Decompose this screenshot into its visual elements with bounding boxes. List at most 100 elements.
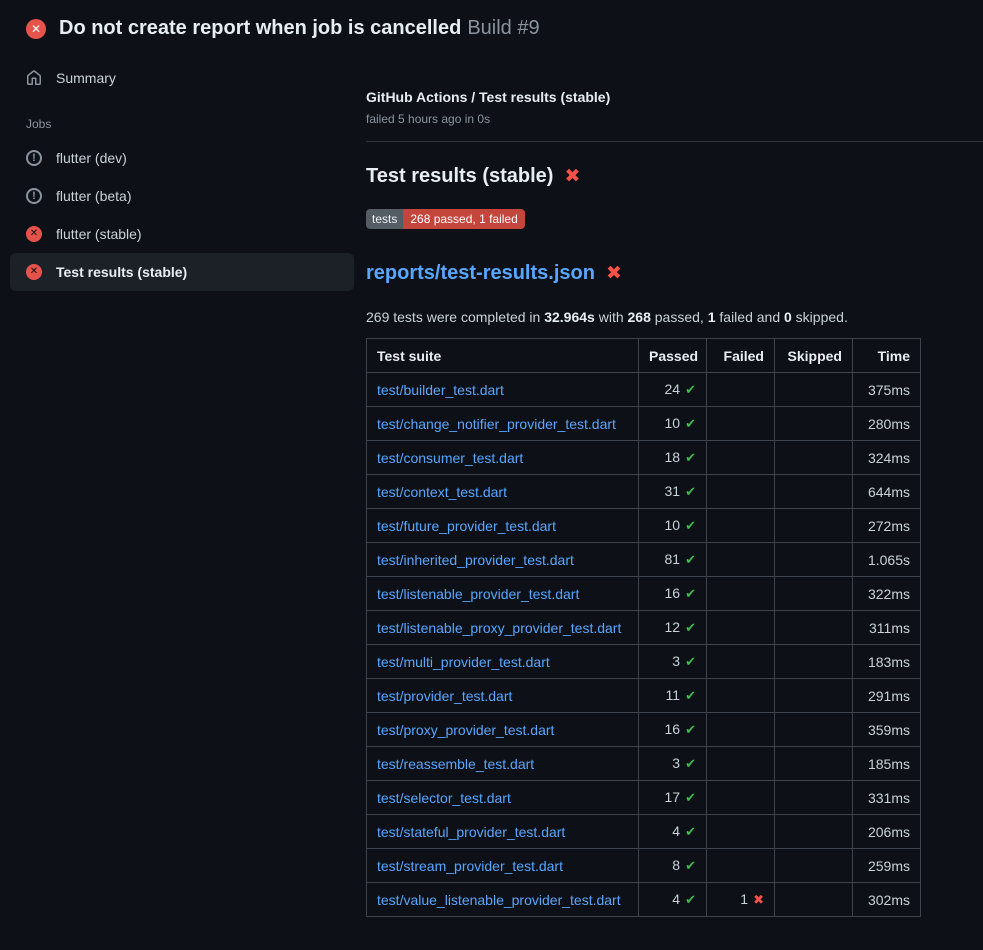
time-cell: 359ms [853, 713, 921, 747]
sidebar-job-item[interactable]: ✕Test results (stable) [10, 253, 354, 291]
table-row: test/value_listenable_provider_test.dart… [367, 883, 921, 917]
test-suite-link[interactable]: test/reassemble_test.dart [377, 756, 534, 772]
passed-cell: 3✔ [639, 645, 707, 679]
summary-text: failed and [716, 309, 785, 325]
skipped-cell [775, 611, 853, 645]
check-icon: ✔ [685, 858, 696, 873]
table-row: test/proxy_provider_test.dart16✔359ms [367, 713, 921, 747]
x-icon: ✖ [753, 892, 764, 907]
check-icon: ✔ [685, 518, 696, 533]
check-icon: ✔ [685, 450, 696, 465]
time-cell: 185ms [853, 747, 921, 781]
test-suite-link[interactable]: test/proxy_provider_test.dart [377, 722, 554, 738]
table-row: test/future_provider_test.dart10✔272ms [367, 509, 921, 543]
sidebar-job-label: flutter (stable) [56, 226, 142, 242]
time-cell: 280ms [853, 407, 921, 441]
report-link[interactable]: reports/test-results.json [366, 262, 595, 285]
test-suite-link[interactable]: test/stream_provider_test.dart [377, 858, 563, 874]
test-suite-cell: test/change_notifier_provider_test.dart [367, 407, 639, 441]
time-cell: 302ms [853, 883, 921, 917]
passed-cell: 24✔ [639, 373, 707, 407]
skipped-cell [775, 781, 853, 815]
check-icon: ✔ [685, 756, 696, 771]
test-suite-link[interactable]: test/stateful_provider_test.dart [377, 824, 565, 840]
test-suite-link[interactable]: test/builder_test.dart [377, 382, 504, 398]
check-icon: ✔ [685, 688, 696, 703]
test-suite-link[interactable]: test/multi_provider_test.dart [377, 654, 550, 670]
table-row: test/listenable_provider_test.dart 16✔ 322… [367, 577, 921, 611]
passed-cell-count: 17 [665, 789, 681, 805]
warning-circle-icon: ! [26, 188, 42, 204]
test-suite-link[interactable]: test/inherited_provider_test.dart [377, 552, 574, 568]
summary-text: passed, [651, 309, 708, 325]
sidebar: Summary Jobs !flutter (dev)! flutter (bet… [0, 53, 366, 291]
skipped-cell [775, 407, 853, 441]
skipped-cell [775, 645, 853, 679]
sidebar-job-item[interactable]: ✕flutter (stable) [10, 215, 354, 253]
passed-cell: 31✔ [639, 475, 707, 509]
test-suite-cell: test/builder_test.dart [367, 373, 639, 407]
check-icon: ✔ [685, 790, 696, 805]
skipped-cell [775, 373, 853, 407]
build-header: ✕ Do not create report when job is cance… [0, 0, 983, 53]
breadcrumb: GitHub Actions / Test results (stable) [366, 89, 983, 105]
summary-text: with [595, 309, 628, 325]
time-cell: 322ms [853, 577, 921, 611]
test-suite-link[interactable]: test/consumer_test.dart [377, 450, 523, 466]
table-row: test/selector_test.dart 17 ✔ 331ms [367, 781, 921, 815]
passed-cell-count: 31 [665, 483, 681, 499]
home-icon [26, 70, 42, 86]
test-suite-link[interactable]: test/future_provider_test.dart [377, 518, 556, 534]
test-suite-link[interactable]: test/selector_test.dart [377, 790, 511, 806]
test-suite-cell: test/stream_provider_test.dart [367, 849, 639, 883]
tests-badge-label: tests [366, 209, 403, 229]
test-suite-link[interactable]: test/listenable_proxy_provider_test.dart [377, 620, 621, 636]
sidebar-jobs-heading: Jobs [10, 97, 354, 139]
failed-cell [707, 407, 775, 441]
table-row: test/context_test.dart31✔644ms [367, 475, 921, 509]
sidebar-job-item[interactable]: !flutter (dev) [10, 139, 354, 177]
table-row: test/multi_provider_test.dart3✔183ms [367, 645, 921, 679]
failed-cell: 1✖ [707, 883, 775, 917]
skipped-cell [775, 679, 853, 713]
test-suite-link[interactable]: test/change_notifier_provider_test.dart [377, 416, 616, 432]
test-suite-link[interactable]: test/context_test.dart [377, 484, 507, 500]
passed-cell: 12✔ [639, 611, 707, 645]
test-suite-cell: test/future_provider_test.dart [367, 509, 639, 543]
table-row: test/provider_test.dart11✔291ms [367, 679, 921, 713]
check-icon: ✔ [685, 416, 696, 431]
test-suite-link[interactable]: test/listenable_provider_test.dart [377, 586, 579, 602]
sidebar-jobs: !flutter (dev)! flutter (beta) ✕flutter (s… [10, 139, 354, 291]
time-cell: 206ms [853, 815, 921, 849]
sidebar-job-item[interactable]: ! flutter (beta) [10, 177, 354, 215]
run-status-line: failed 5 hours ago in 0s [366, 112, 983, 126]
test-suite-link[interactable]: test/provider_test.dart [377, 688, 512, 704]
build-title-text: Do not create report when job is cancell… [59, 17, 461, 39]
skipped-cell [775, 849, 853, 883]
skipped-cell [775, 509, 853, 543]
column-header-failed: Failed [707, 339, 775, 373]
table-row: test/reassemble_test.dart3✔185ms [367, 747, 921, 781]
divider [366, 141, 983, 142]
time-cell: 291ms [853, 679, 921, 713]
summary-line: 269 tests were completed in 32.964s with… [366, 309, 983, 325]
test-suite-cell: test/stateful_provider_test.dart [367, 815, 639, 849]
test-suite-cell: test/listenable_proxy_provider_test.dart [367, 611, 639, 645]
section-heading-text: Test results (stable) [366, 165, 553, 188]
failed-cell [707, 373, 775, 407]
test-suite-cell: test/inherited_provider_test.dart [367, 543, 639, 577]
time-cell: 331ms [853, 781, 921, 815]
failed-x-icon: ✖ [564, 167, 580, 186]
summary-text: skipped. [792, 309, 848, 325]
passed-cell: 16✔ [639, 577, 707, 611]
passed-cell-count: 18 [665, 449, 681, 465]
skipped-cell [775, 475, 853, 509]
skipped-cell [775, 577, 853, 611]
passed-cell: 10✔ [639, 407, 707, 441]
sidebar-item-summary[interactable]: Summary [10, 59, 354, 97]
passed-cell-count: 10 [665, 517, 681, 533]
skipped-cell [775, 543, 853, 577]
sidebar-job-label: flutter (beta) [56, 188, 131, 204]
time-cell: 375ms [853, 373, 921, 407]
test-suite-link[interactable]: test/value_listenable_provider_test.dart [377, 892, 621, 908]
